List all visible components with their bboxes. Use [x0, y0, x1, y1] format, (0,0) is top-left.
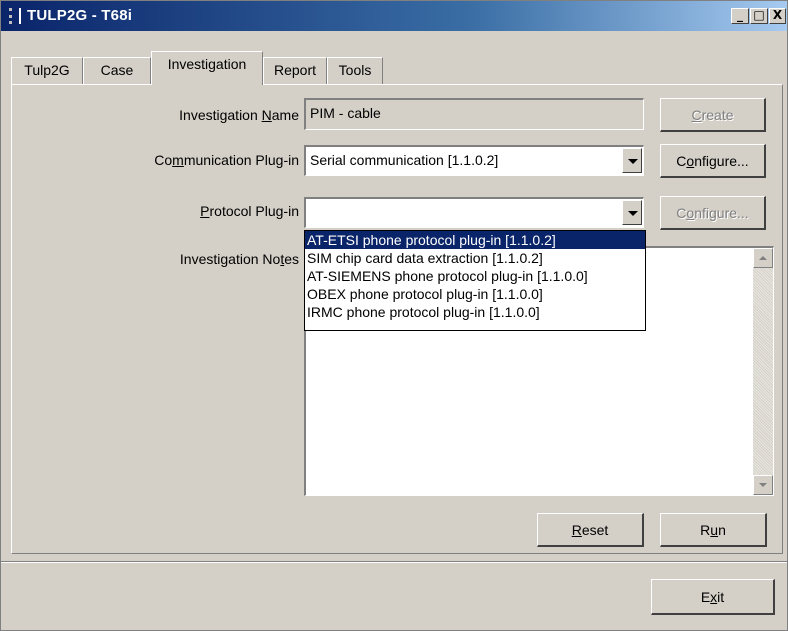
dropdown-option[interactable]: SIM chip card data extraction [1.1.0.2]	[305, 249, 645, 267]
tab-investigation[interactable]: Investigation	[151, 51, 263, 85]
dropdown-option[interactable]: IRMC phone protocol plug-in [1.1.0.0]	[305, 303, 645, 321]
tab-report[interactable]: Report	[263, 57, 327, 84]
footer-divider	[1, 561, 787, 563]
tab-tulp2g[interactable]: Tulp2G	[11, 57, 83, 84]
title-bar[interactable]: TULP2G - T68i _ □ X	[1, 1, 787, 31]
main-window: TULP2G - T68i _ □ X Tulp2G Case Investig…	[0, 0, 788, 631]
dropdown-option[interactable]: AT-ETSI phone protocol plug-in [1.1.0.2]	[305, 231, 645, 249]
tab-case[interactable]: Case	[83, 57, 151, 84]
maximize-button[interactable]: □	[750, 8, 768, 24]
tab-tools[interactable]: Tools	[327, 57, 383, 84]
minimize-button[interactable]: _	[731, 8, 749, 24]
protocol-plugin-dropdown[interactable]: AT-ETSI phone protocol plug-in [1.1.0.2]…	[304, 230, 646, 331]
exit-button[interactable]: Exit	[651, 579, 775, 615]
app-icon	[9, 8, 21, 24]
dropdown-option[interactable]: OBEX phone protocol plug-in [1.1.0.0]	[305, 285, 645, 303]
close-button[interactable]: X	[769, 8, 786, 24]
dropdown-option[interactable]: AT-SIEMENS phone protocol plug-in [1.1.0…	[305, 267, 645, 285]
window-title: TULP2G - T68i	[27, 7, 133, 24]
